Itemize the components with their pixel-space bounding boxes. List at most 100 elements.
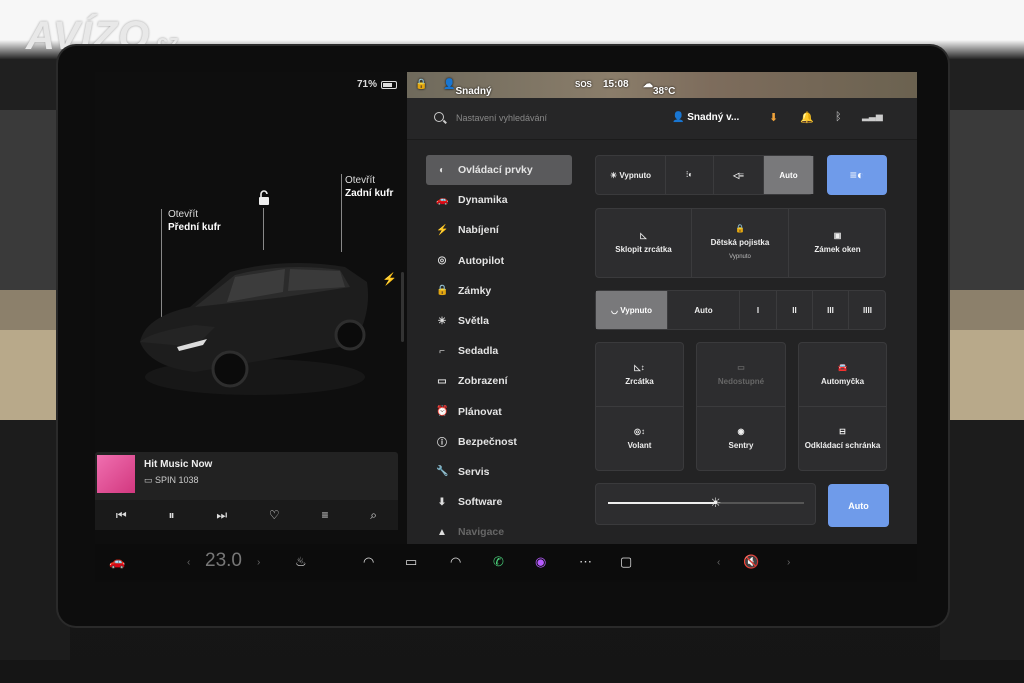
- frunk-open-label[interactable]: Otevřít Přední kufr: [168, 208, 221, 234]
- unavailable-tile: ▭ Nedostupné: [697, 343, 785, 407]
- menu-item-7[interactable]: ▭ Zobrazení: [426, 366, 572, 396]
- seat-heater-icon[interactable]: ♨: [295, 554, 307, 570]
- front-defrost-icon[interactable]: ◠: [363, 554, 374, 570]
- settings-search-input[interactable]: Nastavení vyhledávání: [456, 113, 547, 123]
- menu-item-label: Nabíjení: [458, 224, 499, 237]
- search-icon[interactable]: ⌕: [370, 508, 377, 523]
- lock-status-icon[interactable]: 🔒: [415, 79, 427, 90]
- window-lock-button[interactable]: ▣ Zámek oken: [789, 209, 886, 277]
- menu-item-4[interactable]: 🔒 Zámky: [426, 276, 572, 306]
- window-lock-icon: ▣: [833, 231, 842, 240]
- equalizer-icon[interactable]: ≡: [321, 508, 328, 522]
- charge-port-icon[interactable]: ⚡: [382, 272, 397, 286]
- headlights-control: ☀ Vypnuto ⫶◐ ◁≡ Auto: [595, 155, 814, 195]
- phone-icon[interactable]: ✆: [493, 554, 504, 570]
- menu-item-label: Zámky: [458, 284, 492, 297]
- brightness-auto-button[interactable]: Auto: [828, 484, 889, 527]
- menu-item-6[interactable]: ⌐ Sedadla: [426, 336, 572, 366]
- wipers-level-3[interactable]: III: [813, 291, 849, 329]
- menu-item-12[interactable]: ▲ Navigace: [426, 517, 572, 544]
- prev-icon[interactable]: ⏮: [116, 508, 127, 523]
- media-controls: ⏮ ⏸ ⏭ ♡ ≡ ⌕: [95, 500, 398, 530]
- fan-icon[interactable]: ◠: [450, 554, 461, 570]
- menu-item-8[interactable]: ⏰ Plánovat: [426, 397, 572, 427]
- lights-auto-option[interactable]: Auto: [764, 156, 814, 194]
- menu-item-9[interactable]: ⓘ Bezpečnost: [426, 427, 572, 457]
- bell-icon[interactable]: 🔔: [800, 111, 814, 124]
- mirrors-wheel-panel: ◺↕ Zrcátka ◎↕ Volant: [595, 342, 684, 471]
- menu-item-0[interactable]: ◐ Ovládací prvky: [426, 155, 572, 186]
- low-beam-icon[interactable]: ◁≡: [714, 156, 764, 194]
- info-icon: ⓘ: [437, 438, 447, 450]
- menu-item-label: Servis: [458, 465, 490, 478]
- album-art[interactable]: [97, 455, 135, 493]
- bluetooth-icon[interactable]: ᛒ: [835, 111, 842, 123]
- lock-icon: 🔒: [436, 285, 449, 297]
- lights-off-option[interactable]: ☀ Vypnuto: [596, 156, 666, 194]
- menu-item-2[interactable]: ⚡ Nabíjení: [426, 215, 572, 245]
- wipers-level-1[interactable]: I: [740, 291, 777, 329]
- search-icon[interactable]: [434, 112, 444, 122]
- outside-temperature: ☁ 38°C: [643, 79, 676, 97]
- volume-up-chevron-icon[interactable]: ›: [787, 557, 790, 568]
- mirror-adjust-button[interactable]: ◺↕ Zrcátka: [596, 343, 683, 407]
- clock: 15:08: [603, 79, 629, 90]
- wrench-icon: 🔧: [436, 466, 449, 478]
- settings-menu: ◐ Ovládací prvky 🚗 Dynamika ⚡ Nabíjení ◎ Autopi…: [426, 155, 572, 544]
- driver-profile-button[interactable]: 👤 Snadný v...: [672, 112, 739, 123]
- menu-item-11[interactable]: ⬇ Software: [426, 487, 572, 517]
- more-apps-icon[interactable]: ⋯: [579, 554, 592, 570]
- parking-lights-icon[interactable]: ⫶◐: [666, 156, 714, 194]
- sos-badge[interactable]: SOS: [575, 80, 592, 89]
- fold-mirrors-button[interactable]: ◺ Sklopit zrcátka: [596, 209, 692, 277]
- menu-item-label: Bezpečnost: [458, 435, 517, 448]
- steering-wheel-adjust-button[interactable]: ◎↕ Volant: [596, 407, 683, 471]
- auto-high-beam-button[interactable]: ≡◐: [827, 155, 887, 195]
- wipers-off-option[interactable]: ◡ Vypnuto: [596, 291, 668, 329]
- child-lock-button[interactable]: 🔒 Dětská pojistka Vypnuto: [692, 209, 789, 277]
- wipers-level-2[interactable]: II: [777, 291, 813, 329]
- menu-item-10[interactable]: 🔧 Servis: [426, 457, 572, 487]
- pause-icon[interactable]: ⏸: [169, 508, 175, 523]
- wipers-level-4[interactable]: IIII: [849, 291, 886, 329]
- car-wash-button[interactable]: 🚘 Automyčka: [799, 343, 886, 407]
- brightness-slider[interactable]: ☀: [595, 483, 816, 525]
- sun-icon: ☀: [437, 315, 447, 327]
- rear-defrost-icon[interactable]: ▭: [405, 554, 417, 570]
- profile-status[interactable]: 👤 Snadný vstup: [443, 79, 492, 108]
- trunk-leader-line: [341, 174, 342, 252]
- quick-actions-panel: ◺ Sklopit zrcátka 🔒 Dětská pojistka Vypn…: [595, 208, 886, 278]
- heart-icon[interactable]: ♡: [269, 508, 280, 522]
- menu-item-label: Zobrazení: [458, 375, 508, 388]
- menu-item-label: Dynamika: [458, 194, 508, 207]
- toggle-icon: ◐: [438, 164, 446, 176]
- menu-item-label: Ovládací prvky: [458, 164, 533, 177]
- mute-icon[interactable]: 🔇: [743, 554, 759, 570]
- menu-item-3[interactable]: ◎ Autopilot: [426, 246, 572, 276]
- glovebox-button[interactable]: ⊟ Odkládací schránka: [799, 407, 886, 471]
- battery-status: 71%: [357, 79, 397, 90]
- menu-item-5[interactable]: ☀ Světla: [426, 306, 572, 336]
- brightness-sun-icon[interactable]: ☀: [710, 495, 722, 511]
- car-icon[interactable]: 🚗: [109, 554, 125, 570]
- mirror-adjust-icon: ◺↕: [634, 362, 645, 372]
- temp-down-chevron-icon[interactable]: ‹: [187, 557, 190, 568]
- trunk-open-label[interactable]: Otevřít Zadní kufr: [345, 174, 393, 200]
- menu-item-label: Světla: [458, 315, 489, 328]
- camera-app-icon[interactable]: ◉: [535, 554, 546, 570]
- camera-icon: ▭: [737, 362, 745, 372]
- wipers-auto-option[interactable]: Auto: [668, 291, 740, 329]
- display-icon: ▭: [437, 375, 447, 387]
- volume-down-chevron-icon[interactable]: ‹: [717, 557, 720, 568]
- glovebox-icon: ⊟: [839, 427, 846, 436]
- download-icon[interactable]: ⬇: [769, 111, 778, 124]
- temp-up-chevron-icon[interactable]: ›: [257, 557, 260, 568]
- sentry-mode-button[interactable]: ◉ Sentry: [697, 407, 785, 471]
- unlock-icon[interactable]: [257, 190, 271, 206]
- dashboard-right: [940, 60, 1024, 660]
- cabin-temperature[interactable]: 23.0: [205, 550, 242, 572]
- app-card-icon[interactable]: ▢: [620, 554, 632, 570]
- menu-item-1[interactable]: 🚗 Dynamika: [426, 185, 572, 215]
- next-icon[interactable]: ⏭: [216, 508, 227, 523]
- pane-divider-handle[interactable]: [401, 272, 404, 342]
